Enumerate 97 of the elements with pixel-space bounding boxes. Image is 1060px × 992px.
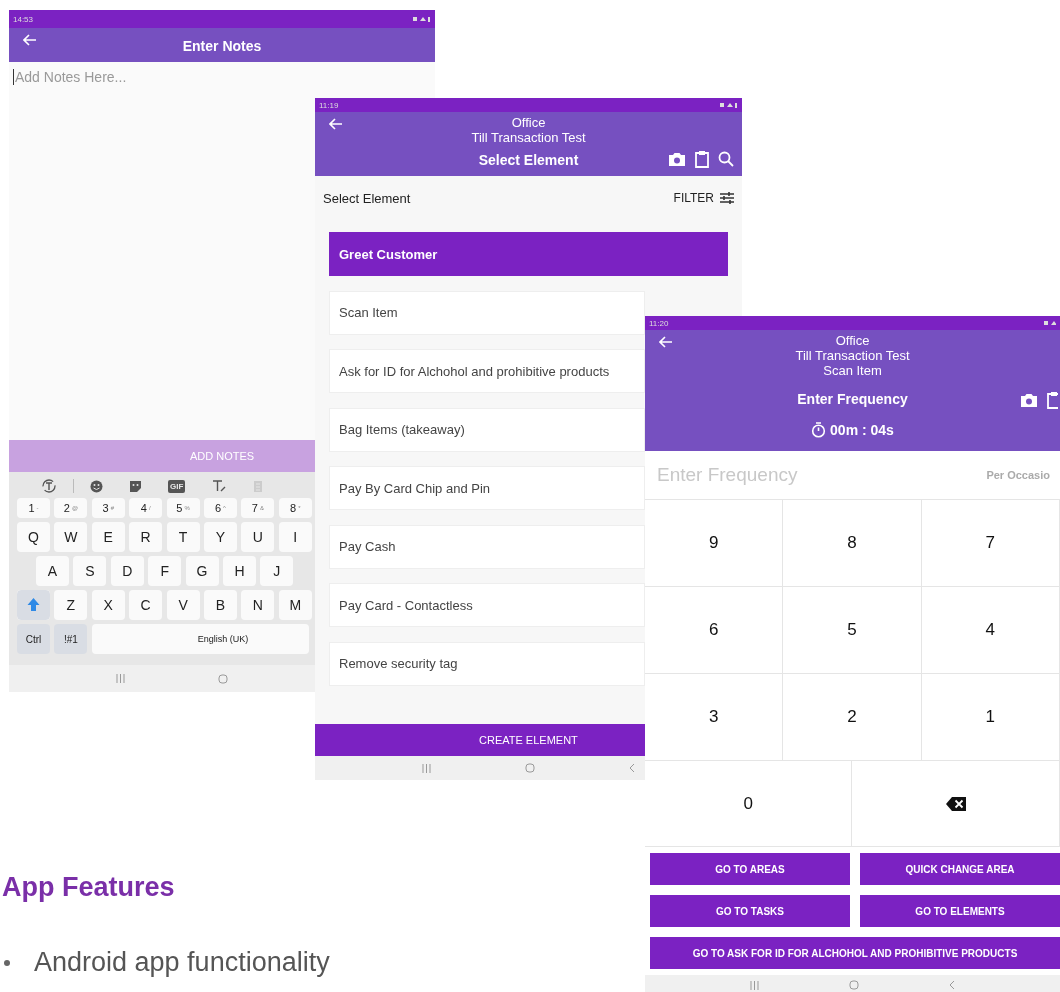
keypad-key[interactable]: 9 bbox=[645, 500, 784, 587]
keyboard-key[interactable]: R bbox=[129, 522, 163, 552]
create-element-button[interactable]: CREATE ELEMENT bbox=[315, 724, 645, 756]
ctrl-key[interactable]: Ctrl bbox=[17, 624, 50, 654]
keypad-key[interactable]: 5 bbox=[783, 587, 922, 674]
header-subtitle: Office bbox=[835, 333, 870, 348]
keyboard-key[interactable]: 8 $^{*}$ bbox=[278, 498, 312, 518]
back-arrow-icon[interactable] bbox=[23, 34, 37, 46]
element-list-item[interactable]: Pay Cash bbox=[329, 524, 645, 569]
filter-icon bbox=[720, 192, 734, 204]
keypad-key[interactable]: 8 bbox=[783, 500, 922, 587]
navigation-button[interactable]: GO TO ASK FOR ID FOR ALCHOHOL AND PROHIBITIVE PRODUCTS bbox=[650, 937, 1060, 969]
sticker-icon[interactable] bbox=[129, 479, 142, 493]
text-rotate-icon[interactable] bbox=[41, 478, 57, 494]
keyboard-key[interactable]: 5 $^{%}$ bbox=[166, 498, 200, 518]
keyboard-key[interactable]: B bbox=[203, 590, 237, 620]
emoji-icon[interactable] bbox=[90, 479, 103, 493]
bullet-icon bbox=[4, 959, 10, 966]
notes-field[interactable]: Add Notes Here... bbox=[13, 69, 315, 85]
keyboard-key[interactable]: 1 $^{-}$ bbox=[17, 498, 50, 518]
keypad-key[interactable]: 2 bbox=[783, 674, 922, 761]
keypad-key[interactable]: 6 bbox=[645, 587, 784, 674]
clipboard-icon[interactable] bbox=[1046, 391, 1058, 409]
filter-button[interactable]: FILTER bbox=[673, 191, 734, 205]
space-key[interactable]: English (UK) bbox=[91, 624, 309, 654]
element-list-item[interactable]: Ask for ID for Alchohol and prohibitive products bbox=[329, 349, 645, 393]
status-icons bbox=[413, 15, 431, 23]
element-list-item[interactable]: Pay Card - Contactless bbox=[329, 583, 645, 627]
keyboard-key[interactable]: W bbox=[54, 522, 88, 552]
keyboard-key[interactable]: X bbox=[91, 590, 125, 620]
frequency-unit: Per Occasio bbox=[986, 469, 1050, 481]
keyboard-key[interactable]: E bbox=[91, 522, 125, 552]
status-time: 14:53 bbox=[13, 14, 34, 24]
keyboard-key[interactable]: Q bbox=[17, 522, 50, 552]
clipboard-icon[interactable] bbox=[253, 479, 264, 493]
status-time: 11:20 bbox=[649, 318, 669, 328]
navigation-button[interactable]: GO TO TASKS bbox=[650, 895, 850, 927]
keypad-key[interactable]: 7 bbox=[921, 500, 1060, 587]
stopwatch-icon bbox=[811, 422, 827, 438]
handwriting-icon[interactable] bbox=[211, 479, 228, 493]
screen-title: Select Element bbox=[478, 152, 579, 168]
keyboard-key[interactable]: 4 $^{/}$ bbox=[129, 498, 163, 518]
header-subtitle: Till Transaction Test bbox=[795, 348, 910, 363]
keyboard-key[interactable]: G bbox=[185, 556, 219, 586]
element-list-item[interactable]: Pay By Card Chip and Pin bbox=[329, 466, 645, 510]
element-list-item[interactable]: Greet Customer bbox=[329, 232, 728, 276]
keyboard-key[interactable]: H bbox=[222, 556, 256, 586]
keypad-key[interactable]: 1 bbox=[921, 674, 1060, 761]
keyboard-key[interactable]: T bbox=[166, 522, 200, 552]
back-arrow-icon[interactable] bbox=[329, 118, 343, 130]
header-subtitle: Till Transaction Test bbox=[471, 130, 586, 145]
back-arrow-icon[interactable] bbox=[659, 336, 673, 348]
keypad-key[interactable]: 0 bbox=[645, 761, 853, 847]
header-subtitle: Office bbox=[511, 115, 546, 130]
keyboard-key[interactable]: 6 $^{^}$ bbox=[203, 498, 237, 518]
keyboard-key[interactable]: J bbox=[260, 556, 294, 586]
keyboard-key[interactable]: Z bbox=[54, 590, 88, 620]
keyboard-key[interactable]: D bbox=[110, 556, 144, 586]
backspace-icon bbox=[945, 796, 966, 811]
keyboard-key[interactable]: S bbox=[73, 556, 107, 586]
keyboard-key[interactable]: A bbox=[36, 556, 69, 586]
status-icons bbox=[1044, 319, 1056, 327]
symbols-key[interactable]: !#1 bbox=[54, 624, 88, 654]
shift-key[interactable] bbox=[17, 590, 50, 620]
keypad-key[interactable]: 4 bbox=[921, 587, 1060, 674]
status-icons bbox=[720, 101, 738, 109]
keyboard-key[interactable]: F bbox=[148, 556, 182, 586]
list-heading: Select Element bbox=[323, 190, 411, 206]
element-list-item[interactable]: Remove security tag bbox=[329, 641, 645, 686]
search-icon[interactable] bbox=[718, 151, 734, 167]
navigation-button[interactable]: GO TO AREAS bbox=[650, 853, 850, 885]
element-list-item[interactable]: Bag Items (takeaway) bbox=[329, 407, 645, 452]
slide-heading: App Features bbox=[2, 872, 176, 903]
navigation-button[interactable]: GO TO ELEMENTS bbox=[860, 895, 1060, 927]
keyboard-key[interactable]: 2 $^{@}$ bbox=[54, 498, 88, 518]
header-subtitle: Scan Item bbox=[823, 363, 882, 378]
navigation-button[interactable]: QUICK CHANGE AREA bbox=[860, 853, 1060, 885]
element-list-item[interactable]: Scan Item bbox=[329, 290, 645, 335]
camera-icon[interactable] bbox=[668, 151, 686, 167]
keyboard-key[interactable]: 3 $^{#}$ bbox=[91, 498, 125, 518]
keyboard-key[interactable]: V bbox=[166, 590, 200, 620]
screen-title: Enter Notes bbox=[182, 38, 262, 54]
keyboard-key[interactable]: U bbox=[241, 522, 275, 552]
screen-title: Enter Frequency bbox=[797, 391, 908, 407]
keyboard-key[interactable]: M bbox=[278, 590, 312, 620]
timer-text: 00m : 04s bbox=[830, 422, 894, 438]
bullet-text: Android app functionality bbox=[34, 947, 330, 978]
keypad-key[interactable]: 3 bbox=[645, 674, 784, 761]
keyboard-key[interactable]: 7 $^{&}$ bbox=[241, 498, 275, 518]
keyboard-key[interactable]: C bbox=[129, 590, 163, 620]
keyboard-key[interactable]: N bbox=[241, 590, 275, 620]
keyboard-key[interactable]: Y bbox=[203, 522, 237, 552]
status-time: 11:19 bbox=[319, 100, 339, 110]
camera-icon[interactable] bbox=[1020, 392, 1038, 408]
gif-button[interactable]: GIF bbox=[168, 479, 186, 493]
keyboard-key[interactable]: I bbox=[278, 522, 312, 552]
clipboard-icon[interactable] bbox=[694, 150, 710, 168]
